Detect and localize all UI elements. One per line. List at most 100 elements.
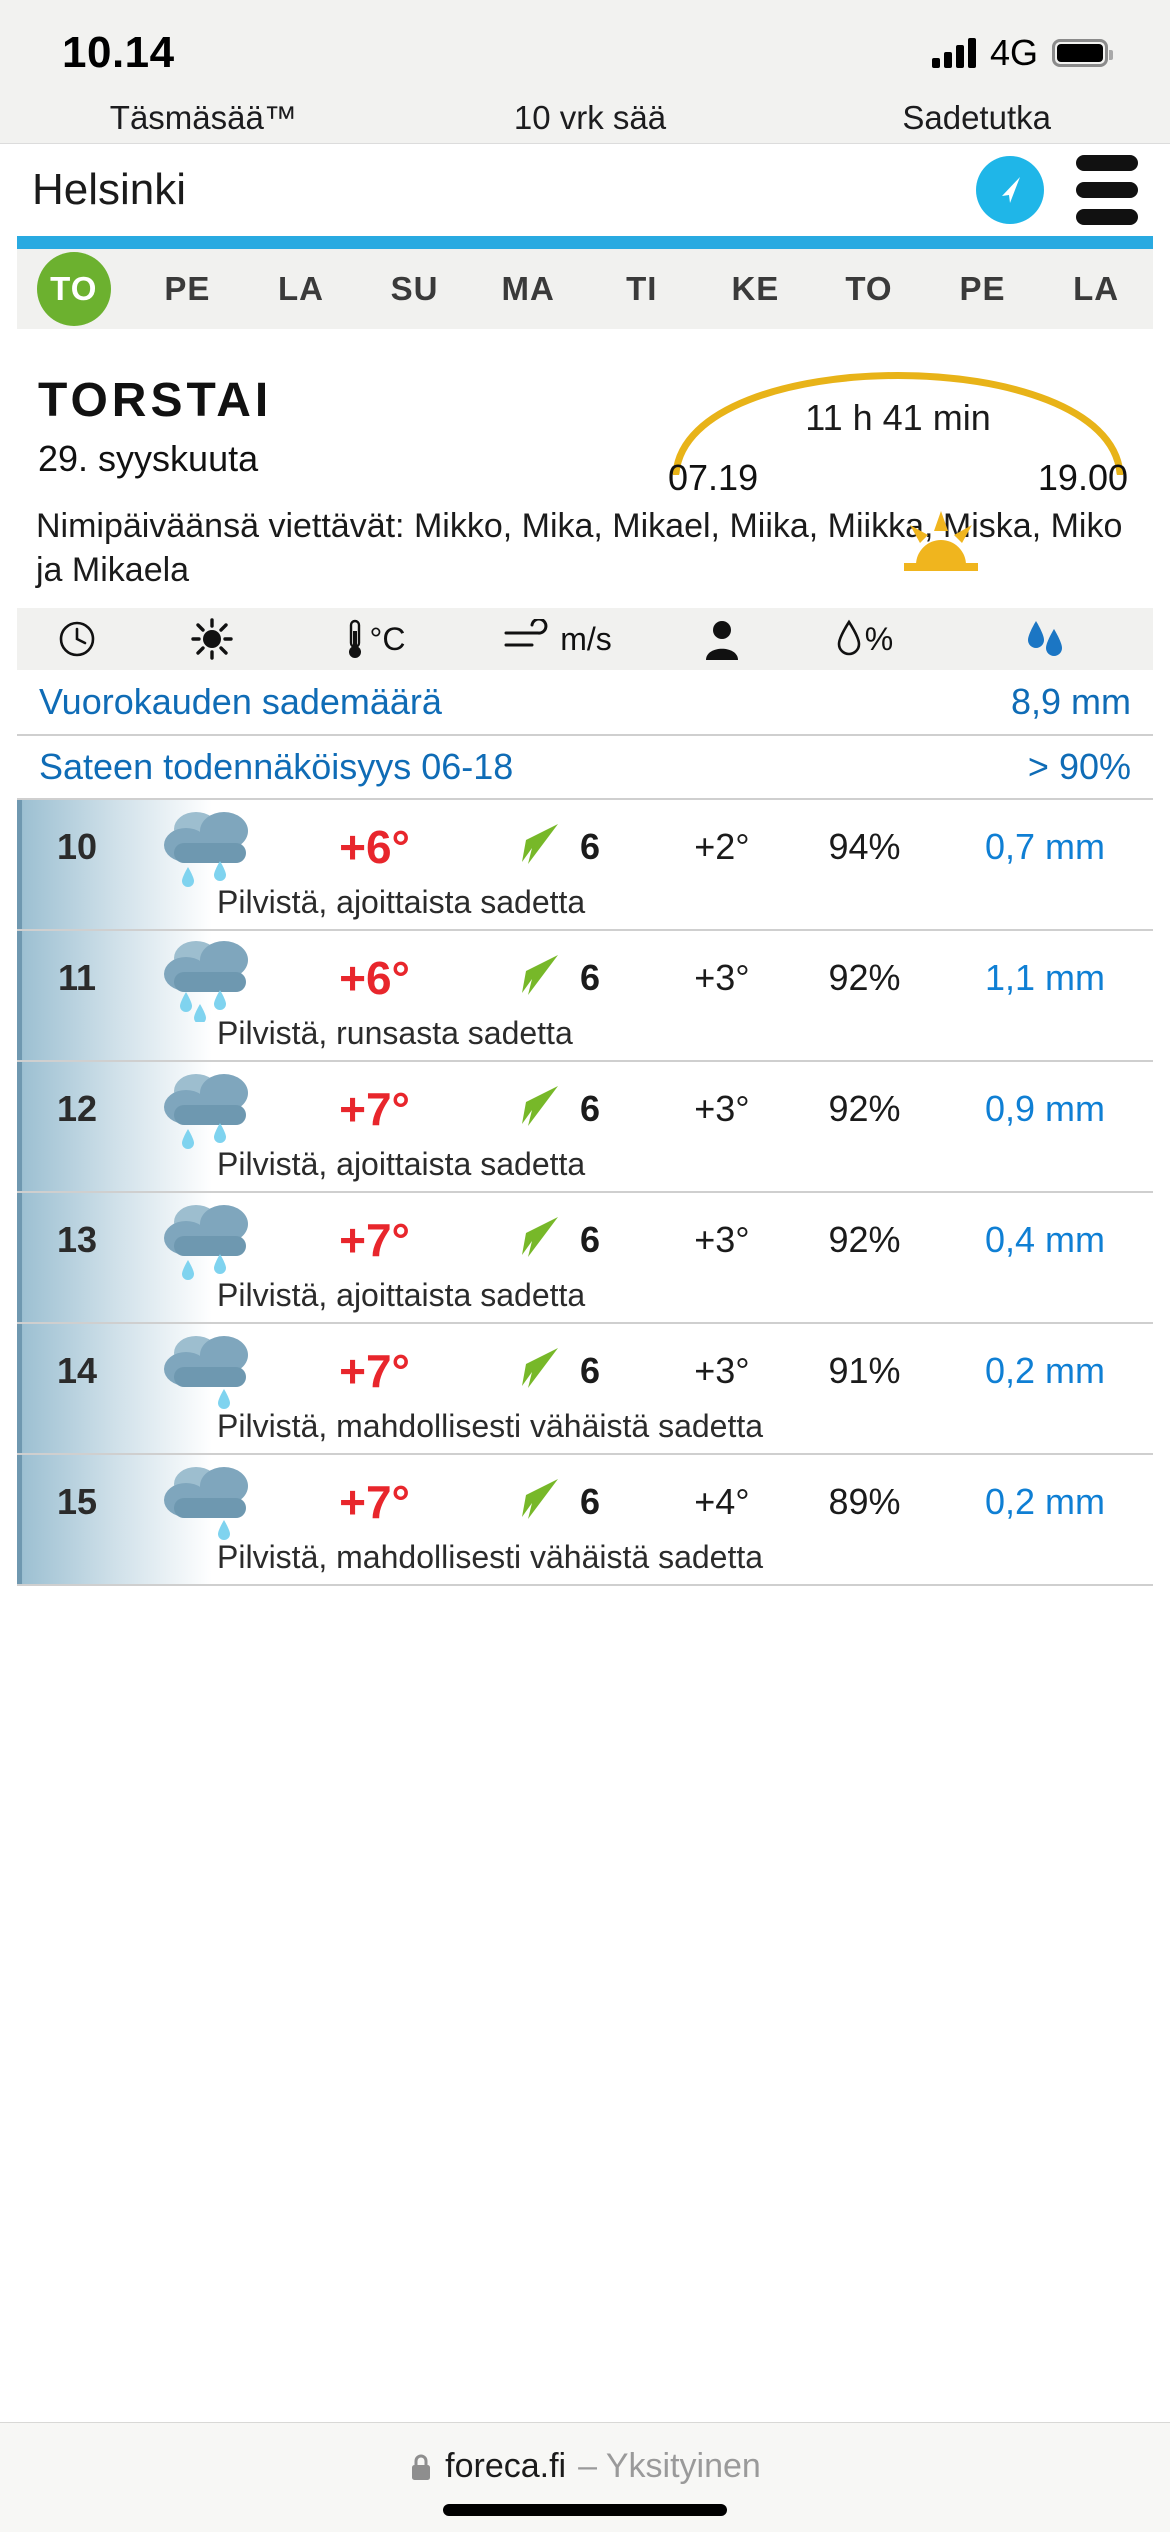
table-row[interactable]: 14 +7° 6 +3°: [17, 1324, 1153, 1455]
hour-rain-amount: 0,9 mm: [937, 1088, 1153, 1130]
hour-wind-speed: 6: [580, 1219, 600, 1261]
hour-feels-like: +3°: [652, 957, 792, 999]
browser-tab-strip[interactable]: Täsmäsää™ 10 vrk sää Sadetutka: [0, 92, 1170, 144]
hour-wind-speed: 6: [580, 826, 600, 868]
navigation-arrow-icon[interactable]: [976, 156, 1044, 224]
day-tab-0[interactable]: TO: [17, 249, 131, 329]
signal-bars-icon: [932, 38, 976, 68]
hour-time: 11: [17, 957, 137, 999]
day-tab-9[interactable]: LA: [1039, 249, 1153, 329]
table-row[interactable]: 11 +6°: [17, 931, 1153, 1062]
hour-rain-amount: 0,4 mm: [937, 1219, 1153, 1261]
hour-description: Pilvistä, ajoittaista sadetta: [217, 1277, 1153, 1314]
status-time: 10.14: [62, 28, 175, 78]
hour-wind-speed: 6: [580, 957, 600, 999]
hour-row-main: 15 +7° 6 +4°: [17, 1455, 1153, 1543]
cloud-rain-icon: [137, 1196, 287, 1284]
url-display[interactable]: foreca.fi – Yksityinen: [409, 2447, 761, 2486]
day-tab-5[interactable]: TI: [585, 249, 699, 329]
table-row[interactable]: 10 +6° 6: [17, 800, 1153, 931]
hour-humidity: 94%: [792, 826, 937, 868]
day-length-label: 11 h 41 min: [668, 397, 1128, 439]
home-indicator: [443, 2504, 727, 2516]
day-tab-1[interactable]: PE: [131, 249, 245, 329]
wind-arrow-icon: [514, 949, 568, 1007]
wind-icon: m/s: [462, 619, 652, 659]
summary-label: Vuorokauden sademäärä: [39, 681, 442, 723]
day-tab-6[interactable]: KE: [699, 249, 813, 329]
sunrise-time: 07.19: [668, 457, 758, 499]
hour-row-main: 12 +7° 6: [17, 1062, 1153, 1150]
summary-value: 8,9 mm: [1011, 681, 1131, 723]
hamburger-menu-icon[interactable]: [1076, 155, 1138, 225]
lock-icon: [409, 2452, 433, 2482]
hour-humidity: 89%: [792, 1481, 937, 1523]
hour-wind: 6: [462, 1342, 652, 1400]
column-header-row: °C m/s %: [17, 608, 1153, 670]
hour-wind: 6: [462, 1473, 652, 1531]
sun-arc-widget: 11 h 41 min 07.19 19.00: [668, 335, 1128, 495]
hour-humidity: 91%: [792, 1350, 937, 1392]
hour-wind-speed: 6: [580, 1350, 600, 1392]
wind-arrow-icon: [514, 1080, 568, 1138]
day-tab-7[interactable]: TO: [812, 249, 926, 329]
daily-summary: Vuorokauden sademäärä 8,9 mm Sateen tode…: [17, 670, 1153, 798]
hour-wind: 6: [462, 949, 652, 1007]
hour-description: Pilvistä, ajoittaista sadetta: [217, 1146, 1153, 1183]
day-tab-label: TO: [37, 252, 111, 326]
day-tab-2[interactable]: LA: [244, 249, 358, 329]
private-browsing-label: – Yksityinen: [578, 2447, 761, 2486]
tab-tasmasaa[interactable]: Täsmäsää™: [0, 99, 397, 137]
table-row[interactable]: 13 +7° 6: [17, 1193, 1153, 1324]
phone-screen: 10.14 4G Täsmäsää™ 10 vrk sää Sadetutka …: [0, 0, 1170, 2532]
hour-row-main: 14 +7° 6 +3°: [17, 1324, 1153, 1412]
hour-temperature: +6°: [287, 820, 462, 874]
hour-temperature: +7°: [287, 1082, 462, 1136]
sunset-time: 19.00: [1038, 457, 1128, 499]
hour-description: Pilvistä, mahdollisesti vähäistä sadetta: [217, 1539, 1153, 1576]
hour-feels-like: +3°: [652, 1219, 792, 1261]
day-tab-8[interactable]: PE: [926, 249, 1040, 329]
person-feels-like-icon: [652, 618, 792, 660]
hour-humidity: 92%: [792, 1219, 937, 1261]
rain-drops-icon: [937, 619, 1153, 659]
cloud-rain-icon: [137, 1065, 287, 1153]
city-name[interactable]: Helsinki: [32, 165, 186, 215]
wind-arrow-icon: [514, 818, 568, 876]
hour-description: Pilvistä, runsasta sadetta: [217, 1015, 1153, 1052]
hour-rain-amount: 0,2 mm: [937, 1350, 1153, 1392]
thermometer-icon: °C: [287, 617, 462, 661]
day-tab-3[interactable]: SU: [358, 249, 472, 329]
summary-value: > 90%: [1028, 746, 1131, 788]
thermometer-unit-label: °C: [370, 621, 406, 658]
hour-time: 10: [17, 826, 137, 868]
hour-wind: 6: [462, 818, 652, 876]
tab-sadetutka[interactable]: Sadetutka: [783, 99, 1170, 137]
cloud-rain-icon: [137, 803, 287, 891]
hour-wind-speed: 6: [580, 1088, 600, 1130]
hour-time: 14: [17, 1350, 137, 1392]
tab-10vrk-saa[interactable]: 10 vrk sää: [397, 99, 784, 137]
summary-row-precip[interactable]: Vuorokauden sademäärä 8,9 mm: [17, 670, 1153, 734]
table-row[interactable]: 12 +7° 6: [17, 1062, 1153, 1193]
hour-time: 15: [17, 1481, 137, 1523]
hour-time: 13: [17, 1219, 137, 1261]
hour-row-main: 11 +6°: [17, 931, 1153, 1019]
hour-wind: 6: [462, 1080, 652, 1138]
cloud-heavy-rain-icon: [137, 934, 287, 1022]
table-row[interactable]: 15 +7° 6 +4°: [17, 1455, 1153, 1586]
summary-row-probability[interactable]: Sateen todennäköisyys 06-18 > 90%: [17, 734, 1153, 798]
header-icons: [976, 155, 1138, 225]
browser-bottom-bar: foreca.fi – Yksityinen: [0, 2422, 1170, 2532]
day-tab-4[interactable]: MA: [471, 249, 585, 329]
hour-rain-amount: 0,7 mm: [937, 826, 1153, 868]
hour-temperature: +6°: [287, 951, 462, 1005]
wind-arrow-icon: [514, 1211, 568, 1269]
hour-description: Pilvistä, mahdollisesti vähäistä sadetta: [217, 1408, 1153, 1445]
humidity-drop-icon: %: [792, 619, 937, 659]
day-tabs[interactable]: TO PE LA SU MA TI KE TO PE LA: [17, 249, 1153, 329]
hour-temperature: +7°: [287, 1475, 462, 1529]
clock-icon: [17, 619, 137, 659]
hour-humidity: 92%: [792, 1088, 937, 1130]
hour-feels-like: +4°: [652, 1481, 792, 1523]
